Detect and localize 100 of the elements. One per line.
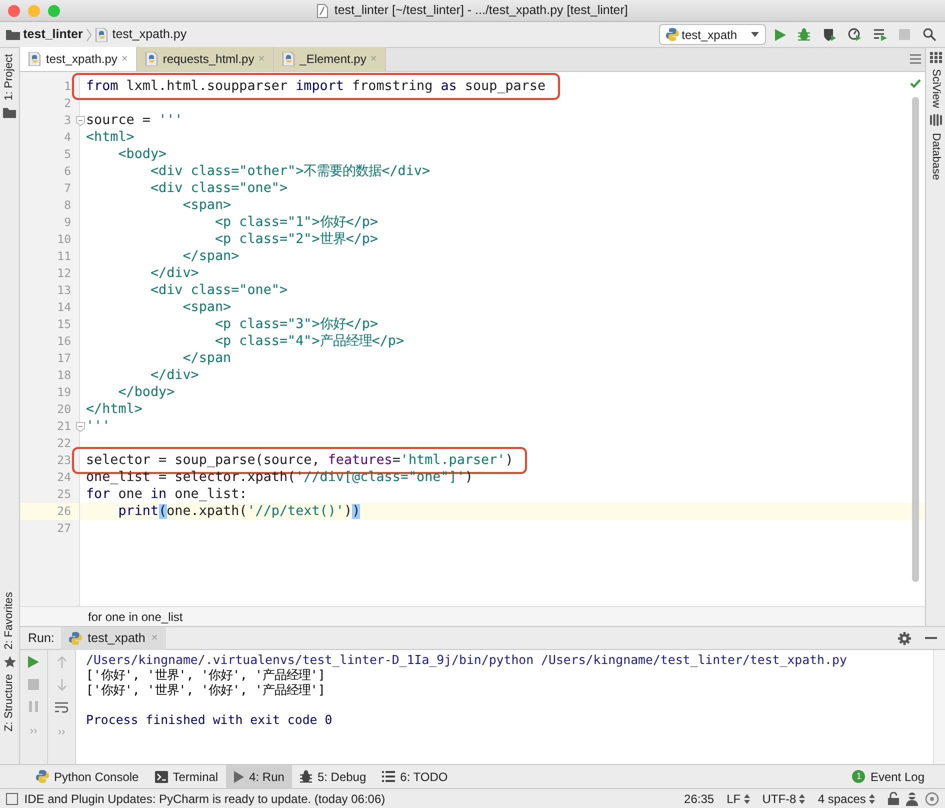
console-line: ['你好', '世界', '你好', '产品经理'] bbox=[86, 667, 326, 682]
up-down-arrows-icon bbox=[869, 794, 875, 804]
document-icon bbox=[317, 4, 328, 18]
line-separator-selector[interactable]: LF bbox=[726, 790, 750, 808]
rerun-icon[interactable] bbox=[28, 656, 39, 668]
indent-selector[interactable]: 4 spaces bbox=[818, 790, 875, 808]
line-number: 26 bbox=[57, 504, 71, 518]
settings-icon[interactable] bbox=[898, 632, 911, 644]
fold-icon[interactable] bbox=[76, 422, 85, 432]
code-line: <div class="other">不需要的数据</div> bbox=[149, 163, 430, 180]
scrollbar[interactable] bbox=[912, 97, 919, 582]
up-arrow-icon[interactable] bbox=[56, 656, 66, 668]
file-breadcrumb[interactable]: test_xpath.py bbox=[112, 25, 187, 44]
run-list-icon[interactable] bbox=[874, 28, 887, 40]
python-icon bbox=[666, 28, 678, 41]
code-line: <div class="one"> bbox=[149, 282, 288, 299]
encoding-selector[interactable]: UTF-8 bbox=[762, 790, 806, 808]
line-number: 3 bbox=[64, 113, 71, 127]
run-configuration-dropdown[interactable]: test_xpath bbox=[658, 24, 766, 45]
code-line: </span> bbox=[182, 248, 240, 265]
console-line: ['你好', '世界', '你好', '产品经理'] bbox=[86, 682, 326, 697]
window-title: test_linter [~/test_linter] - .../test_xpath.py [test_linter] bbox=[334, 2, 628, 20]
tool-window-tab[interactable]: Database bbox=[927, 132, 944, 180]
run-icon[interactable] bbox=[774, 28, 786, 40]
chevron-icon bbox=[86, 28, 92, 42]
inspector-icon[interactable] bbox=[904, 792, 919, 806]
pause-icon[interactable] bbox=[29, 701, 38, 712]
caret-icon bbox=[750, 32, 758, 37]
tool-window-tab[interactable]: 2: Favorites bbox=[1, 592, 18, 650]
up-down-arrows-icon bbox=[744, 794, 750, 804]
line-number: 18 bbox=[57, 368, 71, 382]
editor-tab[interactable]: test_xpath.py × bbox=[20, 47, 137, 71]
code-line: <html> bbox=[86, 129, 134, 146]
line-number: 8 bbox=[64, 198, 71, 212]
fold-icon[interactable] bbox=[76, 116, 85, 126]
code-line: ''' bbox=[86, 418, 110, 435]
down-arrow-icon[interactable] bbox=[56, 679, 66, 691]
event-log-button[interactable]: 1 Event Log bbox=[844, 765, 932, 788]
code-line: <p class="4">产品经理</p> bbox=[214, 333, 404, 350]
console-line: /Users/kingname/.virtualenvs/test_linter-D_1Ia_9j/bin/python /Users/kingname/test_linter/test_xpath.py bbox=[86, 652, 847, 667]
python-file-icon bbox=[28, 52, 42, 66]
shield-icon[interactable] bbox=[822, 28, 836, 41]
tool-window-tab[interactable]: SciView bbox=[927, 69, 944, 108]
python-file-icon bbox=[282, 52, 296, 66]
up-down-arrows-icon bbox=[799, 794, 806, 804]
soft-wrap-icon[interactable] bbox=[55, 702, 68, 713]
code-line: print(one.xpath('//p/text()')) bbox=[117, 503, 360, 520]
check-icon bbox=[910, 79, 921, 88]
code-line: <body> bbox=[117, 146, 167, 163]
tool-window-button[interactable]: Python Console bbox=[28, 765, 147, 788]
tool-window-button[interactable]: 4: Run bbox=[226, 765, 292, 788]
tool-window-tab[interactable]: 1: Project bbox=[1, 54, 18, 100]
line-number: 1 bbox=[64, 79, 71, 93]
python-file-icon bbox=[144, 52, 159, 66]
menu-icon[interactable] bbox=[910, 54, 921, 64]
tool-window-button[interactable]: Terminal bbox=[146, 765, 226, 788]
tool-window-tab[interactable]: Z: Structure bbox=[1, 674, 18, 732]
status-message: IDE and Plugin Updates: PyCharm is ready to update. (today 06:06) bbox=[24, 790, 386, 808]
folder-icon bbox=[6, 29, 20, 40]
line-number: 22 bbox=[57, 436, 71, 450]
project-breadcrumb[interactable]: test_linter bbox=[23, 25, 83, 44]
tool-window-button[interactable]: 5: Debug bbox=[292, 765, 374, 788]
memory-indicator-icon[interactable] bbox=[925, 792, 939, 806]
star-icon bbox=[4, 656, 16, 668]
close-button[interactable] bbox=[8, 5, 20, 17]
run-tab[interactable]: test_xpath × bbox=[60, 626, 166, 650]
line-number: 11 bbox=[57, 249, 71, 263]
python-icon bbox=[36, 770, 49, 783]
search-icon[interactable] bbox=[922, 28, 936, 41]
grid-icon bbox=[930, 52, 942, 63]
editor-tab[interactable]: _Element.py × bbox=[274, 47, 386, 71]
line-number: 5 bbox=[64, 147, 71, 161]
panel-toggle-icon[interactable] bbox=[6, 792, 18, 804]
code-line: </body> bbox=[117, 384, 175, 401]
lock-icon[interactable] bbox=[888, 792, 898, 805]
line-number: 21 bbox=[57, 419, 71, 433]
line-number: 2 bbox=[64, 96, 71, 110]
code-line: <p class="2">世界</p> bbox=[214, 231, 378, 248]
bug-icon[interactable] bbox=[798, 28, 810, 41]
line-number: 4 bbox=[64, 130, 71, 144]
line-number: 9 bbox=[64, 215, 71, 229]
code-line: <span> bbox=[182, 197, 232, 214]
zoom-button[interactable] bbox=[48, 5, 60, 17]
line-number: 6 bbox=[64, 164, 71, 178]
line-number: 7 bbox=[64, 181, 71, 195]
tool-window-button[interactable]: 6: TODO bbox=[374, 765, 456, 788]
gauge-icon[interactable] bbox=[848, 28, 862, 41]
line-number: 16 bbox=[57, 334, 71, 348]
bug-icon bbox=[300, 770, 312, 783]
code-line: <p class="1">你好</p> bbox=[214, 214, 378, 231]
editor-tab[interactable]: requests_html.py × bbox=[136, 47, 274, 71]
code-line: <span> bbox=[182, 299, 232, 316]
folder-icon bbox=[3, 106, 16, 118]
cursor-position[interactable]: 26:35 bbox=[684, 790, 714, 808]
breadcrumb[interactable]: for one in one_list bbox=[88, 608, 183, 626]
python-icon bbox=[68, 632, 82, 644]
code-line: </div> bbox=[149, 265, 199, 282]
console-line: Process finished with exit code 0 bbox=[86, 712, 332, 727]
python-file-icon bbox=[95, 28, 110, 42]
line-number: 10 bbox=[57, 232, 71, 246]
